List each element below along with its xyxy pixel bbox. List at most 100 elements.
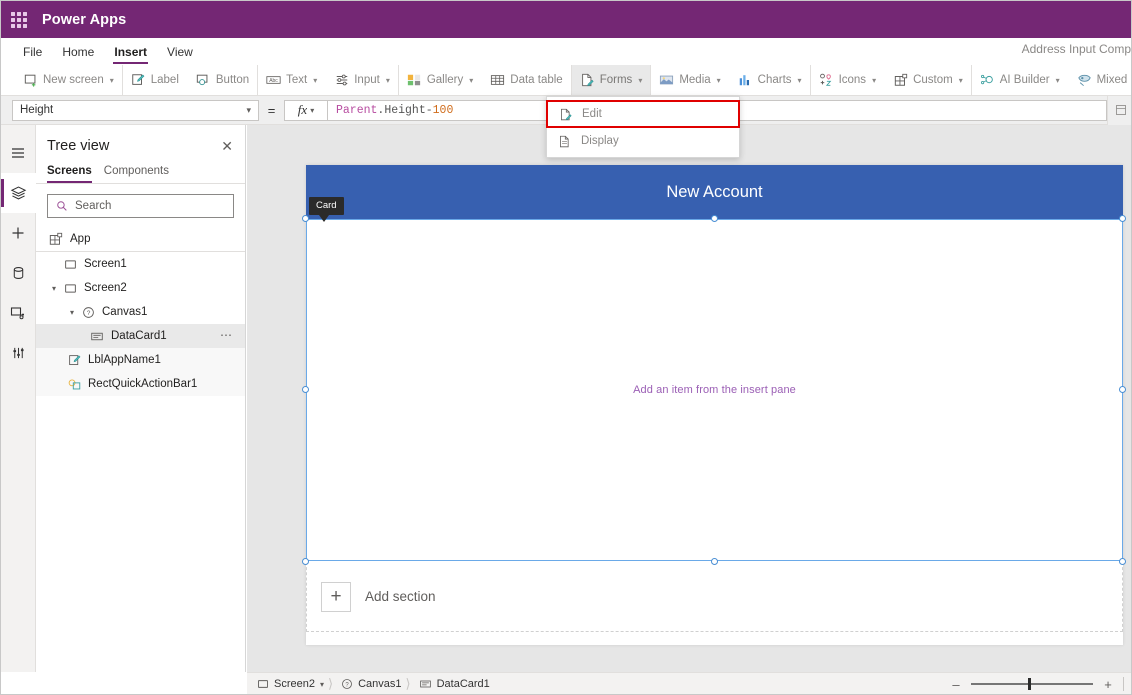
zoom-in-button[interactable]: + xyxy=(1102,678,1114,691)
add-section-label: Add section xyxy=(365,589,436,604)
tree-node-app[interactable]: App xyxy=(36,227,245,252)
search-input[interactable]: Search xyxy=(47,194,234,218)
zoom-out-button[interactable]: – xyxy=(950,678,962,691)
breadcrumb-label: Canvas1 xyxy=(358,678,402,690)
ribbon-forms[interactable]: Forms ▾ xyxy=(571,65,652,95)
ribbon-gallery[interactable]: Gallery ▾ xyxy=(399,65,482,95)
tree-view-icon[interactable] xyxy=(1,173,36,213)
ribbon-label: Text xyxy=(286,74,308,86)
fx-icon: fx xyxy=(297,102,308,117)
media-icon[interactable] xyxy=(1,293,36,333)
zoom-slider-thumb[interactable] xyxy=(1028,678,1032,690)
display-form-icon xyxy=(557,134,571,148)
tree-node-label: RectQuickActionBar1 xyxy=(88,378,198,390)
ribbon-ai-builder[interactable]: AI Builder ▾ xyxy=(972,65,1069,95)
svg-text:?: ? xyxy=(345,682,349,688)
data-cylinder-icon[interactable] xyxy=(1,253,36,293)
card-badge-tooltip: Card xyxy=(309,197,344,222)
tree-node-datacard1[interactable]: DataCard1 ⋯ xyxy=(36,324,245,348)
ribbon-label-btn[interactable]: Label xyxy=(123,65,188,95)
chevron-down-icon[interactable]: ▾ xyxy=(47,284,61,293)
chevron-down-icon[interactable]: ▾ xyxy=(320,680,324,689)
close-icon[interactable]: ✕ xyxy=(221,139,233,153)
waffle-grid-icon[interactable] xyxy=(10,11,28,29)
resize-handle-bottom-center[interactable] xyxy=(711,558,718,565)
ribbon-input[interactable]: Input ▾ xyxy=(326,65,399,95)
ribbon-text[interactable]: Abc Text ▾ xyxy=(258,65,326,95)
tree-node-label: Screen2 xyxy=(84,282,127,294)
resize-handle-middle-right[interactable] xyxy=(1119,386,1126,393)
add-section-row[interactable]: + Add section xyxy=(306,562,1123,632)
datacard-icon xyxy=(88,330,106,343)
edit-form-icon xyxy=(558,107,572,121)
new-screen-icon xyxy=(23,73,38,88)
charts-bar-icon xyxy=(738,73,753,88)
chevron-down-icon: ▾ xyxy=(385,75,390,85)
tree-node-lblappname1[interactable]: LblAppName1 xyxy=(36,348,245,372)
more-options-icon[interactable]: ⋯ xyxy=(220,329,233,341)
formula-token-parent: Parent xyxy=(336,103,378,117)
chevron-down-icon: ▾ xyxy=(313,75,318,85)
zoom-slider[interactable] xyxy=(971,678,1093,690)
ribbon-mixed-reality[interactable]: Mixed Reality ▾ xyxy=(1069,65,1131,95)
ribbon-label: Gallery xyxy=(426,74,464,86)
ribbon-button-btn[interactable]: Button xyxy=(188,65,259,95)
chevron-down-icon: ▾ xyxy=(469,75,474,85)
advanced-settings-icon[interactable] xyxy=(1,333,36,373)
app-screen-preview[interactable]: New Account Card Add an item from the in… xyxy=(302,165,1126,645)
insert-plus-icon[interactable] xyxy=(1,213,36,253)
forms-dropdown-menu: Edit Display xyxy=(546,96,740,158)
datacard-selection-region[interactable]: Add an item from the insert pane xyxy=(306,219,1123,561)
breadcrumb-screen2[interactable]: Screen2 ▾ xyxy=(247,673,330,695)
screen-icon xyxy=(61,258,79,271)
tree-node-canvas1[interactable]: ▾ ? Canvas1 xyxy=(36,300,245,324)
menu-item-insert[interactable]: Insert xyxy=(104,38,157,65)
resize-handle-bottom-left[interactable] xyxy=(302,558,309,565)
plus-icon[interactable]: + xyxy=(321,581,351,612)
tree-view-title: Tree view xyxy=(47,138,110,154)
tree-node-screen1[interactable]: Screen1 xyxy=(36,252,245,276)
forms-menu-item-display[interactable]: Display xyxy=(547,128,739,154)
resize-handle-middle-left[interactable] xyxy=(302,386,309,393)
ribbon-label: Icons xyxy=(838,74,867,86)
hamburger-menu-icon[interactable] xyxy=(1,133,36,173)
formula-token-number: 100 xyxy=(432,103,454,117)
address-input-component-label: Address Input Comp xyxy=(1021,42,1131,56)
menu-item-file[interactable]: File xyxy=(13,38,52,65)
breadcrumb-canvas1[interactable]: ? Canvas1 xyxy=(331,673,407,695)
tree-view-tabs: Screens Components xyxy=(36,162,245,184)
resize-handle-top-right[interactable] xyxy=(1119,215,1126,222)
resize-handle-top-left[interactable] xyxy=(302,215,309,222)
forms-menu-item-edit[interactable]: Edit xyxy=(546,100,740,128)
tab-components[interactable]: Components xyxy=(98,162,175,183)
property-dropdown[interactable]: Height ▾ xyxy=(12,99,259,121)
canvas-area[interactable]: New Account Card Add an item from the in… xyxy=(247,125,1131,672)
ribbon-label: AI Builder xyxy=(999,74,1050,86)
ribbon-new-screen[interactable]: New screen ▾ xyxy=(15,65,123,95)
icons-shapes-icon xyxy=(819,73,834,88)
menu-item-view[interactable]: View xyxy=(157,38,203,65)
menu-bar: File Home Insert View xyxy=(1,38,1131,65)
ribbon-custom[interactable]: Custom ▾ xyxy=(885,65,972,95)
chevron-down-icon[interactable]: ▾ xyxy=(65,308,79,317)
breadcrumb-datacard1[interactable]: DataCard1 xyxy=(409,673,496,695)
form-header-bar[interactable]: New Account xyxy=(306,165,1123,219)
chevron-down-icon: ▾ xyxy=(958,75,963,85)
ribbon-charts[interactable]: Charts ▾ xyxy=(730,65,811,95)
tab-screens[interactable]: Screens xyxy=(47,162,98,183)
ribbon-media[interactable]: Media ▾ xyxy=(651,65,729,95)
resize-handle-bottom-right[interactable] xyxy=(1119,558,1126,565)
ribbon-label: Button xyxy=(215,74,250,86)
resize-handle-top-center[interactable] xyxy=(711,215,718,222)
gallery-icon xyxy=(407,73,422,88)
property-dropdown-value: Height xyxy=(20,104,54,116)
tree-node-screen2[interactable]: ▾ Screen2 xyxy=(36,276,245,300)
forms-icon xyxy=(580,73,595,88)
tree-node-rectquickactionbar1[interactable]: RectQuickActionBar1 xyxy=(36,372,245,396)
breadcrumb-label: DataCard1 xyxy=(436,678,490,690)
ribbon-data-table[interactable]: Data table xyxy=(482,65,572,95)
formula-expand-button[interactable] xyxy=(1107,95,1131,125)
menu-item-home[interactable]: Home xyxy=(52,38,104,65)
ribbon-icons[interactable]: Icons ▾ xyxy=(811,65,886,95)
fx-button[interactable]: fx ▾ xyxy=(284,99,328,121)
